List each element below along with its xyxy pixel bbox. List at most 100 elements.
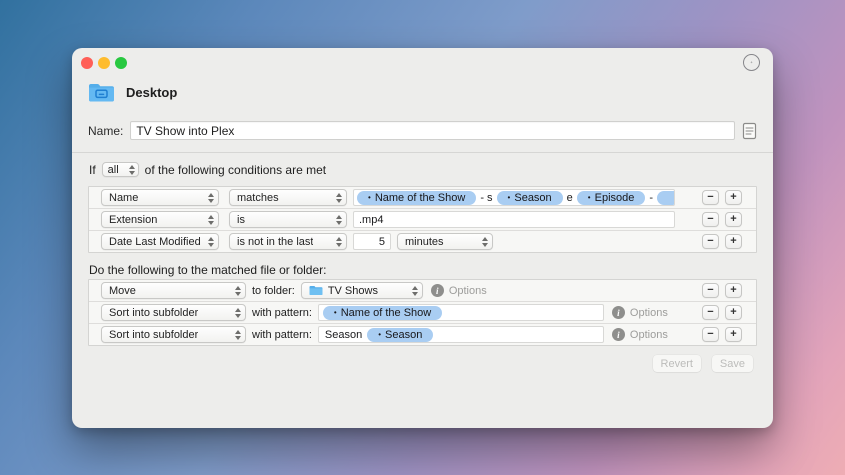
popup-stepper-icon (129, 165, 135, 175)
conditions-table: Name matches • Name of the Show - s • Se… (88, 186, 757, 253)
subfolder-pattern-field[interactable]: Season • Season (318, 326, 604, 343)
match-mode-value: all (108, 164, 119, 176)
popup-stepper-icon (235, 308, 241, 318)
action-row-move: Move to folder: TV Shows (89, 280, 756, 302)
add-condition-button[interactable]: + (725, 190, 742, 205)
condition-row-name: Name matches • Name of the Show - s • Se… (89, 187, 756, 209)
action-type-popup[interactable]: Move (101, 282, 246, 299)
condition-operator-popup[interactable]: is (229, 211, 347, 228)
token-pill-name-of-the-show[interactable]: • Name of the Show (357, 191, 476, 205)
footer-buttons: Revert Save (653, 355, 753, 372)
action-row-sort-season: Sort into subfolder with pattern: Season… (89, 324, 756, 345)
popup-stepper-icon (482, 237, 488, 247)
remove-action-button[interactable]: − (702, 283, 719, 298)
condition-attribute-popup[interactable]: Date Last Modified (101, 233, 219, 250)
remove-action-button[interactable]: − (702, 327, 719, 342)
token-dot-icon: • (378, 331, 381, 339)
condition-row-extension: Extension is .mp4 − + (89, 209, 756, 231)
revert-button[interactable]: Revert (653, 355, 701, 372)
subfolder-pattern-field[interactable]: • Name of the Show (318, 304, 604, 321)
action-options[interactable]: i Options (612, 306, 668, 319)
rule-name-input[interactable] (130, 121, 735, 140)
rule-name-row: Name: (88, 121, 757, 140)
conditions-header: If all of the following conditions are m… (89, 162, 326, 177)
popup-stepper-icon (208, 215, 214, 225)
row-buttons: − + (702, 234, 742, 249)
token-pill-episode[interactable]: • Episode (577, 191, 646, 205)
popup-stepper-icon (336, 215, 342, 225)
add-condition-button[interactable]: + (725, 234, 742, 249)
popup-stepper-icon (235, 330, 241, 340)
desktop-wallpaper: Desktop Name: If all of the following co… (0, 0, 845, 475)
remove-action-button[interactable]: − (702, 305, 719, 320)
add-condition-button[interactable]: + (725, 212, 742, 227)
popup-stepper-icon (235, 286, 241, 296)
row-buttons: − + (702, 305, 742, 320)
token-text: - (649, 192, 653, 204)
info-icon: i (612, 328, 625, 341)
row-buttons: − + (702, 212, 742, 227)
popup-stepper-icon (412, 286, 418, 296)
condition-operator-popup[interactable]: is not in the last (229, 233, 347, 250)
action-options[interactable]: i Options (431, 284, 487, 297)
folder-header: Desktop (88, 81, 177, 103)
condition-operator-popup[interactable]: matches (229, 189, 347, 206)
remove-condition-button[interactable]: − (702, 190, 719, 205)
popup-stepper-icon (336, 193, 342, 203)
options-label: Options (630, 329, 668, 341)
minimize-window-button[interactable] (98, 57, 110, 69)
close-window-button[interactable] (81, 57, 93, 69)
zoom-window-button[interactable] (115, 57, 127, 69)
token-dot-icon: • (334, 309, 337, 317)
extension-value-field[interactable]: .mp4 (353, 211, 675, 228)
action-options[interactable]: i Options (612, 328, 668, 341)
action-type-popup[interactable]: Sort into subfolder (101, 326, 246, 343)
token-pill-name-of-the-show[interactable]: • Name of the Show (323, 306, 442, 320)
match-mode-popup[interactable]: all (102, 162, 139, 177)
time-unit-popup[interactable]: minutes (397, 233, 493, 250)
actions-table: Move to folder: TV Shows (88, 279, 757, 346)
info-icon: i (431, 284, 444, 297)
hazel-rule-editor-window: Desktop Name: If all of the following co… (72, 48, 773, 428)
row-buttons: − + (702, 190, 742, 205)
action-type-popup[interactable]: Sort into subfolder (101, 304, 246, 321)
token-pill-season[interactable]: • Season (497, 191, 563, 205)
options-label: Options (630, 307, 668, 319)
destination-folder-popup[interactable]: TV Shows (301, 282, 423, 299)
rule-note-icon[interactable] (742, 122, 757, 140)
download-circle-icon[interactable] (743, 54, 760, 71)
popup-stepper-icon (208, 193, 214, 203)
token-dot-icon: • (588, 194, 591, 202)
pattern-text: Season (325, 329, 362, 341)
conditions-prefix: If (89, 163, 96, 177)
add-action-button[interactable]: + (725, 283, 742, 298)
row-buttons: − + (702, 327, 742, 342)
token-dot-icon: • (368, 194, 371, 202)
name-label: Name: (88, 124, 123, 138)
action-row-sort-show: Sort into subfolder with pattern: • Name… (89, 302, 756, 324)
name-pattern-token-field[interactable]: • Name of the Show - s • Season e • Epis… (353, 189, 675, 206)
action-connector-label: to folder: (252, 285, 295, 297)
actions-header: Do the following to the matched file or … (89, 263, 326, 277)
mini-folder-icon (309, 285, 323, 296)
remove-condition-button[interactable]: − (702, 234, 719, 249)
token-pill-ellipsis[interactable]: … (657, 191, 675, 205)
save-button[interactable]: Save (712, 355, 753, 372)
desktop-folder-icon (88, 81, 115, 103)
token-dot-icon: • (508, 194, 511, 202)
token-pill-season[interactable]: • Season (367, 328, 433, 342)
remove-condition-button[interactable]: − (702, 212, 719, 227)
condition-attribute-popup[interactable]: Name (101, 189, 219, 206)
time-amount-field[interactable]: 5 (353, 233, 391, 250)
action-connector-label: with pattern: (252, 329, 312, 341)
add-action-button[interactable]: + (725, 305, 742, 320)
add-action-button[interactable]: + (725, 327, 742, 342)
condition-attribute-popup[interactable]: Extension (101, 211, 219, 228)
token-text: - s (480, 192, 492, 204)
conditions-suffix: of the following conditions are met (145, 163, 326, 177)
header-divider (72, 152, 773, 153)
popup-stepper-icon (208, 237, 214, 247)
folder-title: Desktop (126, 85, 177, 100)
info-icon: i (612, 306, 625, 319)
token-text: e (567, 192, 573, 204)
